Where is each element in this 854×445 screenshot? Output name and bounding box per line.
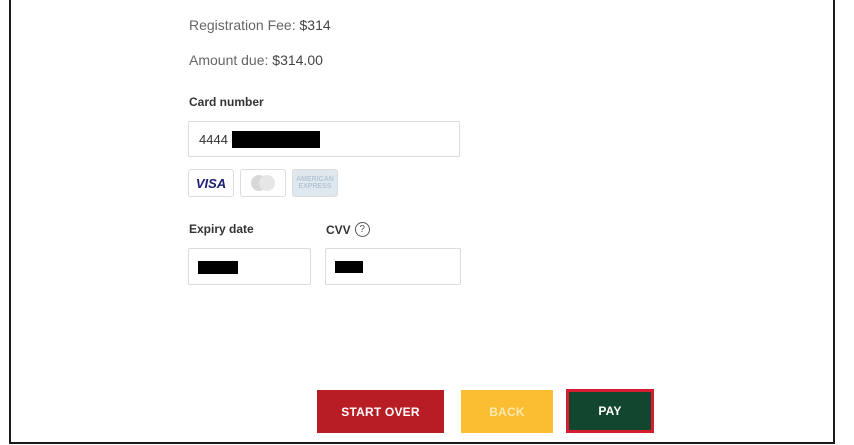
redaction-block [198,261,238,274]
card-brands: VISA AMERICAN EXPRESS [188,169,338,197]
start-over-button[interactable]: START OVER [317,390,444,433]
cvv-label: CVV [326,222,351,237]
visa-icon: VISA [188,169,234,197]
back-button[interactable]: BACK [461,390,553,433]
amex-logo-text: AMERICAN EXPRESS [296,176,334,190]
payment-panel [9,0,835,444]
fee-label: Registration Fee: [189,17,296,33]
registration-fee: Registration Fee: $314 [189,17,331,33]
pay-button[interactable]: PAY [566,389,654,433]
due-value: $314.00 [272,52,323,68]
expiry-date-input[interactable] [188,248,311,285]
fee-value: $314 [299,17,331,33]
card-number-label: Card number [189,95,264,109]
cvv-label-group: CVV ? [326,222,370,237]
help-icon[interactable]: ? [354,222,370,237]
amex-icon: AMERICAN EXPRESS [292,169,338,197]
card-number-prefix: 4444 [199,132,228,147]
visa-logo-text: VISA [195,175,227,191]
card-number-input[interactable]: 4444 [188,121,460,157]
expiry-date-label: Expiry date [189,222,254,236]
mastercard-icon [240,169,286,197]
redaction-block [232,131,320,148]
cvv-input[interactable] [325,248,461,285]
redaction-block [335,261,363,273]
amount-due: Amount due: $314.00 [189,52,323,68]
due-label: Amount due: [189,52,269,68]
